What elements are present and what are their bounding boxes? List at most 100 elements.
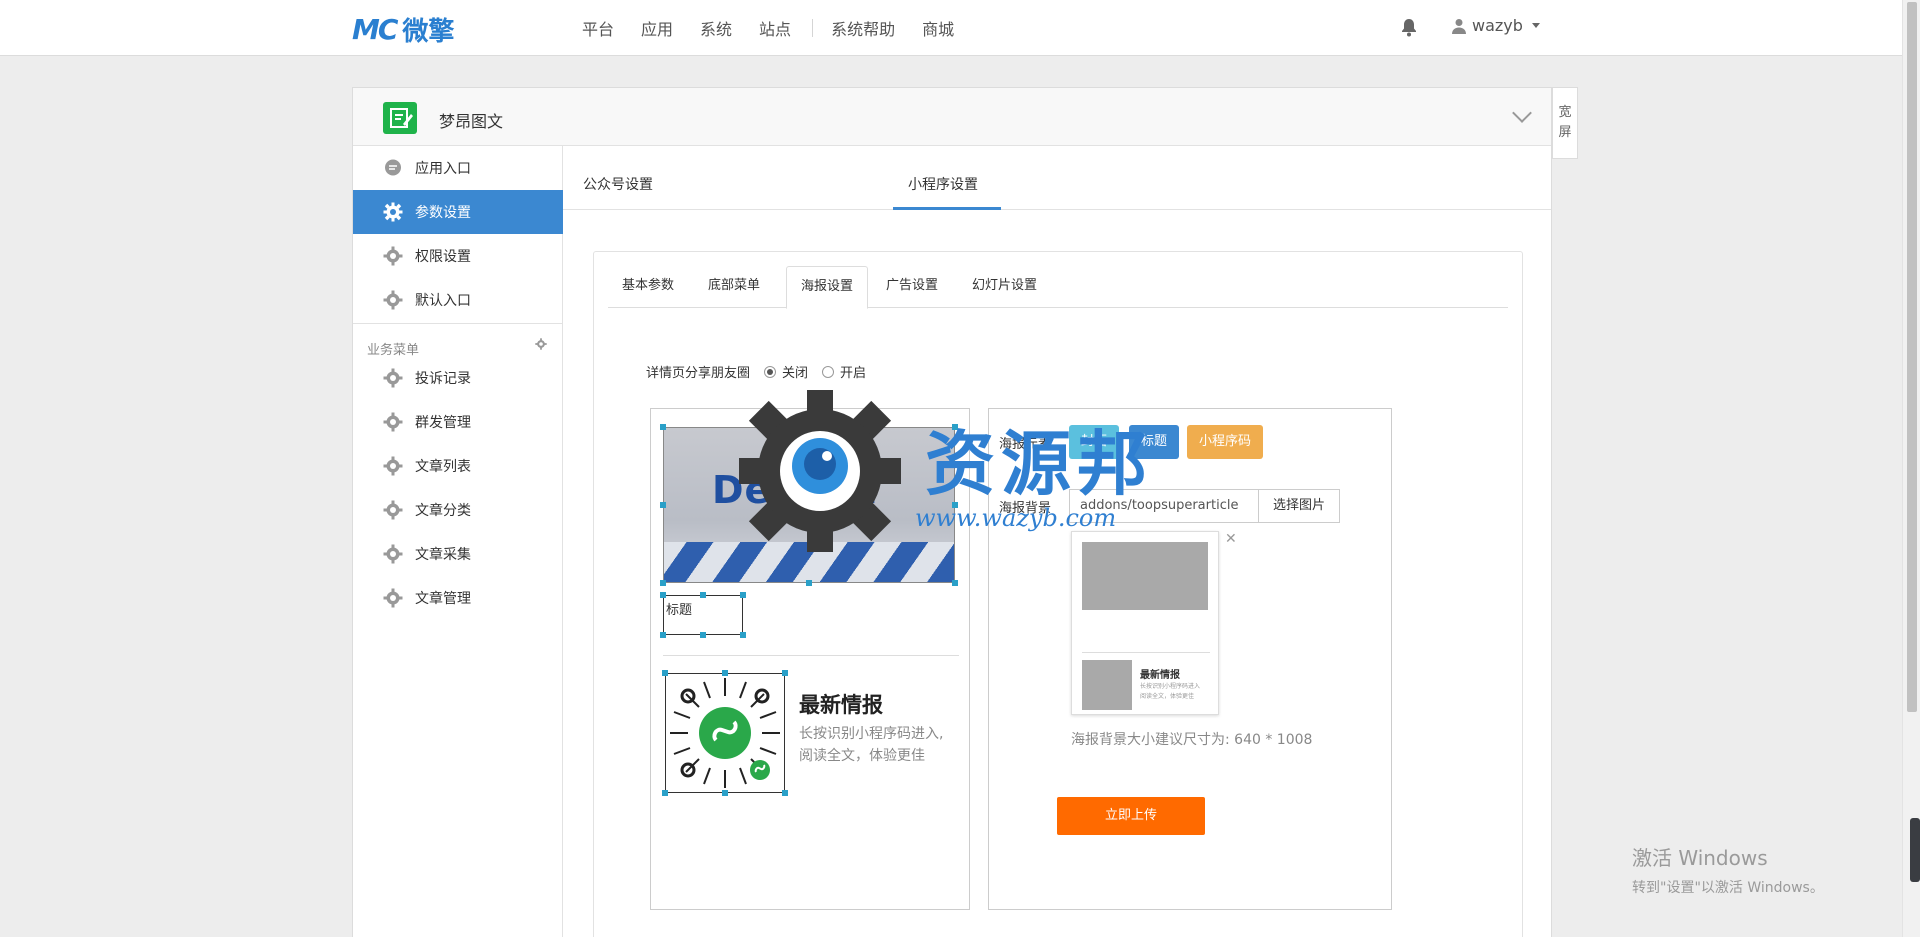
- add-title-button[interactable]: 标题: [1129, 425, 1180, 459]
- share-moments-row: 详情页分享朋友圈 关闭 开启: [646, 362, 866, 381]
- poster-news-desc-line: 长按识别小程序码进入,: [799, 726, 944, 742]
- chevron-down-icon: [1531, 23, 1540, 28]
- gear-icon: [383, 246, 403, 266]
- wide-screen-toggle[interactable]: 宽 屏: [1552, 87, 1578, 159]
- poster-bg-input[interactable]: addons/toopsuperarticle: [1069, 489, 1259, 523]
- resize-handle[interactable]: [952, 580, 958, 586]
- tab-ads[interactable]: 广告设置: [872, 266, 952, 308]
- radio-off-label[interactable]: 关闭: [782, 362, 808, 381]
- tab-mini-program[interactable]: 小程序设置: [908, 174, 978, 194]
- top-navbar: MC 微擎 平台 应用 系统 站点 系统帮助 商城 wazyb: [0, 0, 1902, 56]
- tab-basic-params[interactable]: 基本参数: [608, 266, 688, 308]
- sidebar-item-label: 默认入口: [415, 293, 471, 309]
- resize-handle[interactable]: [806, 580, 812, 586]
- resize-handle[interactable]: [662, 670, 668, 676]
- sidebar-item-article-list[interactable]: 文章列表: [353, 444, 563, 488]
- bell-icon[interactable]: [1400, 17, 1418, 37]
- radio-off[interactable]: [764, 365, 777, 378]
- poster-cover-image[interactable]: Default: [663, 427, 955, 583]
- resize-handle[interactable]: [782, 670, 788, 676]
- sidebar-item-article-category[interactable]: 文章分类: [353, 488, 563, 532]
- radio-on[interactable]: [822, 365, 835, 378]
- nav-help[interactable]: 系统帮助: [831, 16, 895, 40]
- cover-stripes: [664, 542, 954, 582]
- add-qrcode-button[interactable]: 小程序码: [1187, 425, 1264, 459]
- scrollbar-thumb[interactable]: [1907, 2, 1917, 712]
- user-menu[interactable]: wazyb: [1452, 16, 1540, 35]
- thumb-desc-line: 长按识别小程序码进入: [1140, 683, 1201, 690]
- gear-icon[interactable]: [535, 338, 547, 354]
- thumb-qr-block: [1082, 660, 1132, 710]
- sidebar-item-article-collect[interactable]: 文章采集: [353, 532, 563, 576]
- thumb-desc-line: 阅读全文，体验更佳: [1140, 693, 1195, 700]
- resize-handle[interactable]: [806, 424, 812, 430]
- resize-handle[interactable]: [660, 424, 666, 430]
- sidebar-item-complaints[interactable]: 投诉记录: [353, 356, 563, 400]
- resize-handle[interactable]: [952, 502, 958, 508]
- poster-bg-thumbnail[interactable]: 最新情报 长按识别小程序码进入 阅读全文，体验更佳: [1071, 531, 1219, 715]
- resize-handle[interactable]: [952, 424, 958, 430]
- gear-icon: [383, 500, 403, 520]
- add-cover-button[interactable]: 封面: [1069, 425, 1120, 459]
- thumb-desc: 长按识别小程序码进入 阅读全文，体验更佳: [1140, 682, 1216, 702]
- resize-handle[interactable]: [700, 592, 706, 598]
- tab-bottom-menu[interactable]: 底部菜单: [694, 266, 774, 308]
- sidebar-item-params[interactable]: 参数设置: [353, 190, 563, 234]
- sidebar-item-label: 文章列表: [415, 459, 471, 475]
- mini-program-qrcode[interactable]: [665, 673, 785, 793]
- resize-handle[interactable]: [740, 632, 746, 638]
- resize-handle[interactable]: [740, 592, 746, 598]
- gear-icon: [383, 544, 403, 564]
- resize-handle[interactable]: [722, 790, 728, 796]
- resize-handle[interactable]: [660, 502, 666, 508]
- gear-icon: [383, 588, 403, 608]
- side-dock[interactable]: [1910, 818, 1920, 882]
- main-tabs: 公众号设置 小程序设置: [563, 146, 1551, 210]
- poster-title-element[interactable]: 标题: [663, 595, 743, 635]
- upload-button[interactable]: 立即上传: [1057, 797, 1205, 835]
- chat-icon: [383, 158, 403, 178]
- resize-handle[interactable]: [660, 632, 666, 638]
- logo[interactable]: MC 微擎: [352, 12, 454, 47]
- sidebar: 应用入口 参数设置 权限设置 默认入口 业务菜单 投诉记录 群发管理 文章列表: [353, 146, 563, 937]
- sidebar-item-permissions[interactable]: 权限设置: [353, 234, 563, 278]
- resize-handle[interactable]: [782, 790, 788, 796]
- nav-apps[interactable]: 应用: [641, 16, 673, 40]
- nav-store[interactable]: 商城: [922, 16, 954, 40]
- close-icon[interactable]: ✕: [1225, 531, 1237, 547]
- user-name: wazyb: [1472, 16, 1523, 35]
- tab-slideshow[interactable]: 幻灯片设置: [958, 266, 1051, 308]
- gear-icon: [383, 456, 403, 476]
- tab-poster[interactable]: 海报设置: [786, 266, 869, 309]
- poster-settings: 海报元素 封面 标题 小程序码 海报背景 addons/toopsuperart…: [988, 408, 1392, 910]
- user-icon: [1452, 18, 1466, 34]
- wide-screen-label: 宽: [1558, 105, 1572, 120]
- nav-site[interactable]: 站点: [759, 16, 791, 40]
- sidebar-item-default-entry[interactable]: 默认入口: [353, 278, 563, 322]
- sidebar-item-app-entry[interactable]: 应用入口: [353, 146, 563, 190]
- sidebar-item-broadcast[interactable]: 群发管理: [353, 400, 563, 444]
- logo-mark: MC: [352, 12, 398, 46]
- radio-on-label[interactable]: 开启: [840, 362, 866, 381]
- nav-system[interactable]: 系统: [700, 16, 732, 40]
- logo-text: 微擎: [402, 16, 455, 47]
- thumb-divider: [1082, 652, 1210, 653]
- sidebar-item-article-manage[interactable]: 文章管理: [353, 576, 563, 620]
- resize-handle[interactable]: [660, 592, 666, 598]
- sidebar-item-label: 权限设置: [415, 249, 471, 265]
- pick-image-button[interactable]: 选择图片: [1258, 489, 1340, 523]
- resize-handle[interactable]: [700, 632, 706, 638]
- nav-platform[interactable]: 平台: [582, 16, 614, 40]
- tab-official-account[interactable]: 公众号设置: [583, 174, 653, 194]
- share-label: 详情页分享朋友圈: [646, 366, 751, 381]
- thumb-cover-block: [1082, 542, 1208, 610]
- poster-divider: [663, 655, 959, 656]
- chevron-down-icon[interactable]: [1512, 103, 1532, 123]
- sub-tabs: 基本参数 底部菜单 海报设置 广告设置 幻灯片设置: [608, 266, 1508, 309]
- resize-handle[interactable]: [722, 670, 728, 676]
- vertical-scrollbar[interactable]: [1902, 0, 1920, 937]
- resize-handle[interactable]: [660, 580, 666, 586]
- gear-icon: [383, 290, 403, 310]
- windows-activation-title: 激活 Windows: [1632, 846, 1768, 870]
- resize-handle[interactable]: [662, 790, 668, 796]
